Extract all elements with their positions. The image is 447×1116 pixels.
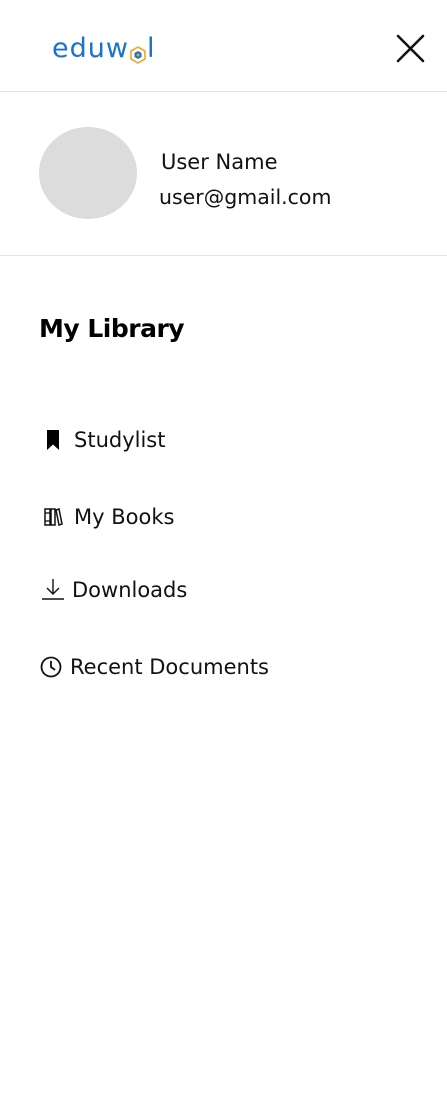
drawer-header: eduw l [0,0,447,92]
close-button[interactable] [392,32,428,68]
hexagon-logo-icon [130,40,146,64]
menu-item-label: My Books [74,505,175,529]
logo-text-left: eduw [52,32,129,64]
user-name: User Name [161,150,278,174]
menu-item-label: Downloads [72,578,188,602]
bookmark-icon [38,425,68,455]
menu-item-downloads[interactable]: Downloads [38,572,187,608]
user-profile: User Name user@gmail.com [0,92,447,256]
download-icon [38,575,68,605]
menu-item-my-books[interactable]: My Books [38,499,174,535]
section-title-my-library: My Library [39,314,185,343]
eduwol-logo[interactable]: eduw l [52,30,155,66]
avatar[interactable] [39,127,137,219]
menu-item-studylist[interactable]: Studylist [38,422,165,458]
logo-text-right: l [146,32,156,64]
menu-item-label: Recent Documents [70,655,269,679]
user-email: user@gmail.com [159,185,332,209]
menu-item-recent-documents[interactable]: Recent Documents [38,649,269,685]
menu-item-label: Studylist [74,428,166,452]
clock-icon [38,652,64,682]
close-icon [396,34,425,63]
books-icon [38,502,68,532]
